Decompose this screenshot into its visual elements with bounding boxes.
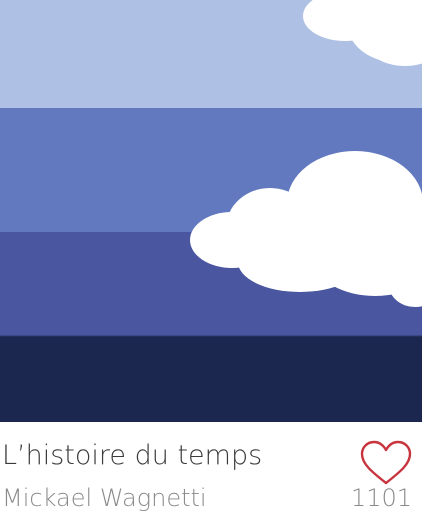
heart-outline-icon[interactable] <box>360 440 412 486</box>
cover-artwork[interactable] <box>0 0 422 422</box>
artwork-card[interactable]: L’histoire du temps Mickael Wagnetti 110… <box>0 0 422 527</box>
item-title[interactable]: L’histoire du temps <box>2 440 262 471</box>
item-author[interactable]: Mickael Wagnetti <box>2 484 207 512</box>
like-count: 1101 <box>350 484 412 512</box>
ground-band <box>0 336 422 422</box>
item-info: L’histoire du temps Mickael Wagnetti 110… <box>0 422 422 527</box>
like-button[interactable]: 1101 <box>351 440 414 524</box>
